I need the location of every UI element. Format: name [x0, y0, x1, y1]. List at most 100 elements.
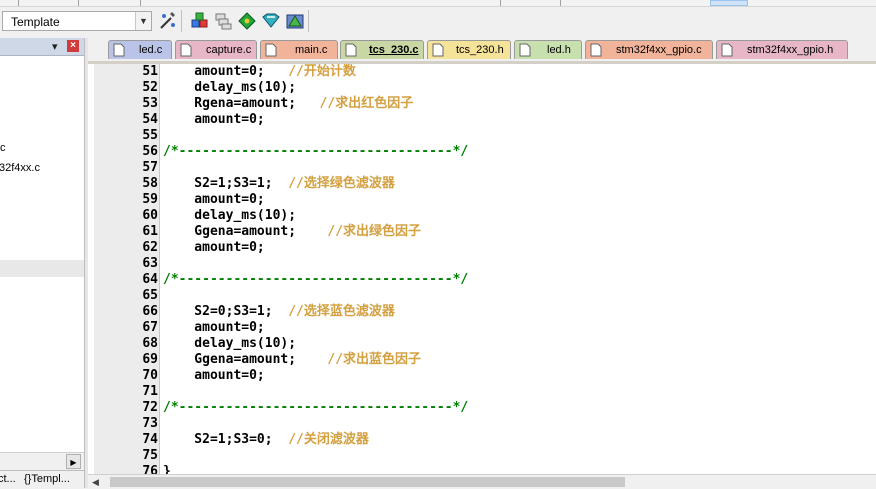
strip-separator — [140, 0, 141, 6]
code-line[interactable]: 54 amount=0; — [88, 112, 876, 128]
target-options-icon[interactable] — [158, 11, 178, 31]
line-number: 56 — [142, 144, 158, 159]
tab-label: led.c — [139, 44, 163, 56]
code-line[interactable]: 60 delay_ms(10); — [88, 208, 876, 224]
highlighted-strip-button[interactable] — [710, 0, 748, 6]
code-line[interactable]: 68 delay_ms(10); — [88, 336, 876, 352]
code-comment: //选择蓝色滤波器 — [288, 304, 395, 319]
code-line[interactable]: 70 amount=0; — [88, 368, 876, 384]
scroll-left-icon[interactable]: ◀ — [92, 477, 99, 488]
project-file-item[interactable]: 32f4xx.c — [0, 162, 40, 174]
code-line[interactable]: 53 Rgena=amount; //求出红色因子 — [88, 96, 876, 112]
code-line[interactable]: 67 amount=0; — [88, 320, 876, 336]
tab-stm32f4xx-gpio-h[interactable]: stm32f4xx_gpio.h — [716, 40, 848, 59]
code-line[interactable]: 74 S2=1;S3=0; //关闭滤波器 — [88, 432, 876, 448]
code-statement: amount=0; — [163, 192, 265, 207]
code-line[interactable]: 57 — [88, 160, 876, 176]
code-comment: //求出红色因子 — [319, 96, 414, 111]
chevron-down-icon[interactable]: ▼ — [135, 12, 151, 30]
code-line[interactable]: 65 — [88, 288, 876, 304]
line-number: 61 — [142, 224, 158, 239]
scroll-right-icon[interactable]: ▶ — [66, 454, 81, 469]
code-comment: //求出绿色因子 — [327, 224, 422, 239]
code-statement: S2=1;S3=1; — [163, 176, 289, 191]
line-number: 70 — [142, 368, 158, 383]
tab-label: stm32f4xx_gpio.h — [747, 44, 834, 56]
code-text: S2=0;S3=1; //选择蓝色滤波器 — [163, 304, 395, 320]
line-number: 72 — [142, 400, 158, 415]
tab-tcs-230-h[interactable]: tcs_230.h — [427, 40, 511, 59]
line-number: 52 — [142, 80, 158, 95]
code-text: Rgena=amount; //求出红色因子 — [163, 96, 413, 112]
code-statement: delay_ms(10); — [163, 208, 297, 223]
code-text: amount=0; — [163, 112, 265, 128]
editor-hscrollbar[interactable]: ◀ — [88, 474, 876, 489]
code-line[interactable]: 69 Ggena=amount; //求出蓝色因子 — [88, 352, 876, 368]
tab-project[interactable]: ct... — [0, 473, 16, 485]
tab-label: capture.c — [206, 44, 252, 56]
code-line[interactable]: 76} — [88, 464, 876, 474]
code-separator-comment: /*-----------------------------------*/ — [163, 144, 469, 159]
code-text: /*-----------------------------------*/ — [163, 144, 468, 160]
selected-tree-row[interactable] — [0, 260, 84, 277]
code-line[interactable]: 59 amount=0; — [88, 192, 876, 208]
scrollbar-thumb[interactable] — [110, 477, 625, 487]
file-icon — [265, 43, 277, 57]
line-number: 64 — [142, 272, 158, 287]
code-line[interactable]: 58 S2=1;S3=1; //选择绿色滤波器 — [88, 176, 876, 192]
pack-installer-icon[interactable] — [285, 11, 305, 31]
tab-led-c[interactable]: led.c — [108, 40, 172, 59]
project-hscrollbar[interactable]: ▶ — [0, 452, 84, 470]
copy-icon[interactable] — [213, 11, 233, 31]
code-line[interactable]: 72 /*-----------------------------------*… — [88, 400, 876, 416]
code-statement: delay_ms(10); — [163, 336, 297, 351]
line-number: 67 — [142, 320, 158, 335]
tab-templates-label: Templ... — [31, 473, 70, 485]
code-line[interactable]: 66 S2=0;S3=1; //选择蓝色滤波器 — [88, 304, 876, 320]
file-icon — [519, 43, 531, 57]
tab-capture-c[interactable]: capture.c — [175, 40, 257, 59]
strip-separator — [560, 0, 561, 6]
code-separator-comment: /*-----------------------------------*/ — [163, 400, 469, 415]
tab-stm32f4xx-gpio-c[interactable]: stm32f4xx_gpio.c — [585, 40, 713, 59]
line-number: 62 — [142, 240, 158, 255]
pin-icon[interactable]: ▾ — [52, 40, 58, 53]
code-line[interactable]: 71 — [88, 384, 876, 400]
code-line[interactable]: 55 — [88, 128, 876, 144]
code-editor[interactable]: 51 amount=0; //开始计数 52 delay_ms(10); 53 Rg… — [88, 64, 876, 474]
code-statement: amount=0; — [163, 240, 265, 255]
code-text: Ggena=amount; //求出绿色因子 — [163, 224, 421, 240]
code-text: S2=1;S3=0; //关闭滤波器 — [163, 432, 369, 448]
code-line[interactable]: 62 amount=0; — [88, 240, 876, 256]
tab-templates[interactable]: {}Templ... — [24, 473, 70, 485]
code-statement: delay_ms(10); — [163, 80, 297, 95]
close-icon[interactable]: × — [67, 40, 79, 52]
code-line[interactable]: 51 amount=0; //开始计数 — [88, 64, 876, 80]
code-statement: amount=0; — [163, 112, 265, 127]
file-icon — [345, 43, 357, 57]
code-line[interactable]: 63 — [88, 256, 876, 272]
code-line[interactable]: 64 /*-----------------------------------*… — [88, 272, 876, 288]
tab-main-c[interactable]: main.c — [260, 40, 338, 59]
line-number: 76 — [142, 464, 158, 474]
code-line[interactable]: 56 /*-----------------------------------*… — [88, 144, 876, 160]
code-text: amount=0; — [163, 240, 265, 256]
debug-icon[interactable] — [261, 11, 281, 31]
code-line[interactable]: 75 — [88, 448, 876, 464]
tab-tcs-230-c[interactable]: tcs_230.c — [340, 40, 424, 59]
tab-led-h[interactable]: led.h — [514, 40, 582, 59]
code-line[interactable]: 52 delay_ms(10); — [88, 80, 876, 96]
toolbar: Template ▼ — [0, 0, 876, 39]
tab-label: tcs_230.h — [456, 44, 504, 56]
code-comment: //关闭滤波器 — [288, 432, 369, 447]
download-icon[interactable] — [237, 11, 257, 31]
manage-components-icon[interactable] — [190, 11, 210, 31]
code-text: delay_ms(10); — [163, 208, 296, 224]
code-line[interactable]: 61 Ggena=amount; //求出绿色因子 — [88, 224, 876, 240]
code-text: amount=0; — [163, 368, 264, 384]
line-number: 58 — [142, 176, 158, 191]
toolbar-divider — [181, 10, 182, 32]
target-select[interactable]: Template ▼ — [2, 11, 152, 31]
project-file-item[interactable]: .c — [0, 142, 6, 154]
code-line[interactable]: 73 — [88, 416, 876, 432]
